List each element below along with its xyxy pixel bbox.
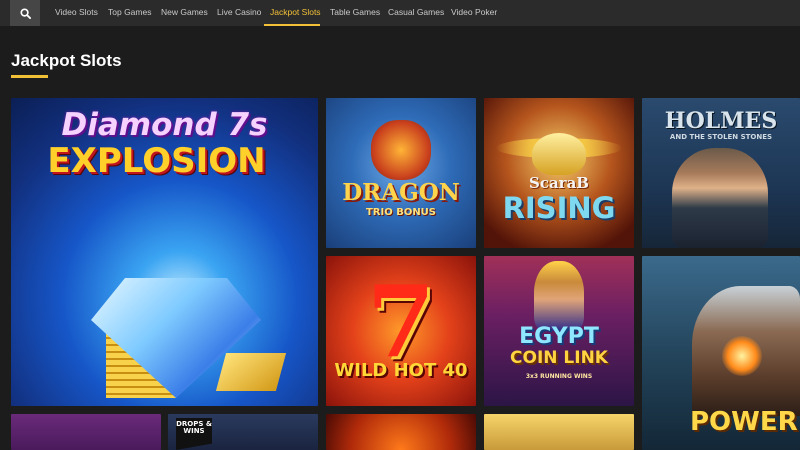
game-tile-holmes[interactable]: HOLMES AND THE STOLEN STONES — [642, 98, 800, 248]
game-title: WILD HOT 40 — [334, 360, 468, 381]
nav-jackpot-slots[interactable]: Jackpot Slots — [270, 0, 321, 26]
queen-art — [534, 261, 584, 331]
title-underline — [11, 75, 48, 78]
game-tile-bottom-3[interactable] — [326, 414, 476, 450]
game-title-line1: ScaraB — [529, 174, 589, 192]
nav-video-poker[interactable]: Video Poker — [451, 0, 497, 26]
game-tile-drops-and-wins[interactable]: DROPS & WINS — [168, 414, 318, 450]
active-tab-indicator — [264, 24, 320, 26]
game-title-line2: EXPLOSION — [47, 141, 266, 181]
scarab-art — [532, 133, 586, 175]
game-tile-diamond-explosion[interactable]: Diamond 7s EXPLOSION — [11, 98, 318, 406]
game-tile-bottom-4[interactable] — [484, 414, 634, 450]
game-subtitle: 3x3 RUNNING WINS — [525, 373, 593, 380]
game-title-line2: AND THE STOLEN STONES — [669, 133, 773, 141]
game-tile-egypt-coin-link[interactable]: EGYPT COIN LINK 3x3 RUNNING WINS — [484, 256, 634, 406]
game-title-line1: DRAGON — [342, 179, 460, 206]
nav-top-games[interactable]: Top Games — [108, 0, 151, 26]
nav-casual-games[interactable]: Casual Games — [388, 0, 444, 26]
game-tile-power-of[interactable]: POWER OF — [642, 256, 800, 450]
search-button[interactable] — [10, 0, 40, 26]
section-title: Jackpot Slots — [11, 51, 122, 70]
nav-new-games[interactable]: New Games — [161, 0, 208, 26]
game-title-line2: COIN LINK — [510, 348, 608, 368]
gold-bar-art — [215, 353, 287, 391]
detective-art — [672, 148, 768, 248]
dragon-art — [371, 120, 431, 180]
game-tile-bottom-1[interactable] — [11, 414, 161, 450]
nav-video-slots[interactable]: Video Slots — [55, 0, 98, 26]
game-title: POWER OF — [690, 407, 800, 437]
game-title-line1: HOLMES — [664, 108, 778, 134]
badge-label: DROPS & WINS — [176, 420, 212, 435]
game-title-line1: EGYPT — [519, 324, 599, 349]
nav-table-games[interactable]: Table Games — [330, 0, 380, 26]
game-tile-scarab-rising[interactable]: ScaraB RISING — [484, 98, 634, 248]
game-tile-wild-hot-40[interactable]: 7 WILD HOT 40 — [326, 256, 476, 406]
fire-art — [722, 336, 762, 376]
top-navigation: Video Slots Top Games New Games Live Cas… — [0, 0, 800, 26]
game-tile-dragon-trio-bonus[interactable]: DRAGON TRIO BONUS — [326, 98, 476, 248]
nav-live-casino[interactable]: Live Casino — [217, 0, 261, 26]
seven-art: 7 — [366, 265, 436, 380]
game-title-line2: RISING — [502, 191, 616, 225]
search-icon — [19, 7, 31, 19]
game-title-line1: Diamond 7s — [61, 107, 268, 143]
game-title-line2: TRIO BONUS — [365, 207, 437, 218]
